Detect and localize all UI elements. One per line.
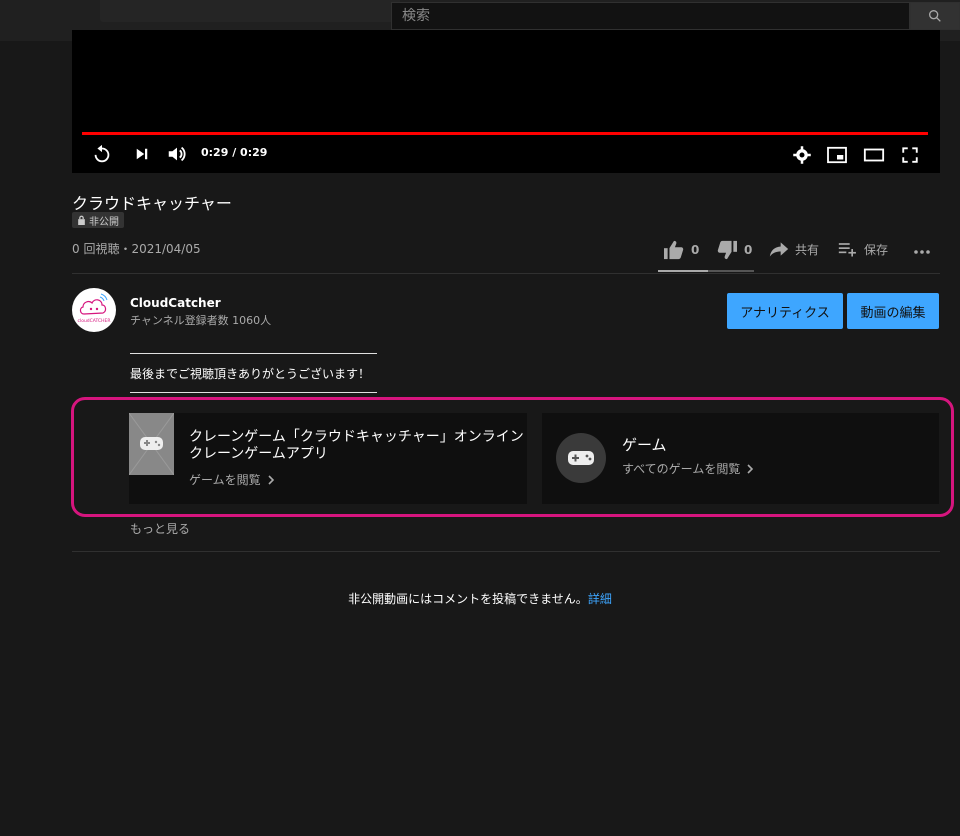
video-player[interactable]: 0:29 / 0:29	[72, 30, 940, 173]
settings-button[interactable]	[790, 143, 814, 167]
gear-icon	[793, 146, 811, 164]
thumbs-up-icon	[664, 240, 684, 260]
svg-text:cloudCATCHER: cloudCATCHER	[77, 318, 110, 324]
video-title: クラウドキャッチャー	[72, 194, 232, 213]
description-text: 最後までご視聴頂きありがとうございます！	[130, 367, 371, 381]
divider	[72, 273, 940, 274]
browse-all-games-link[interactable]: すべてのゲームを閲覧	[622, 460, 754, 477]
search-box[interactable]	[391, 2, 910, 30]
category-card[interactable]: ゲーム すべてのゲームを閲覧	[542, 413, 939, 504]
like-ratio-bar	[658, 270, 754, 272]
game-thumbnail	[129, 413, 174, 475]
view-count-date: 0 回視聴・2021/04/05	[72, 242, 201, 256]
playlist-add-icon	[838, 243, 856, 257]
like-count: 0	[691, 243, 700, 257]
divider	[72, 551, 940, 552]
browse-game-link[interactable]: ゲームを閲覧	[189, 471, 275, 488]
volume-icon	[168, 146, 186, 162]
lock-icon	[78, 215, 85, 225]
gamepad-icon	[568, 451, 594, 465]
next-button[interactable]	[130, 142, 154, 166]
dislike-count: 0	[744, 243, 753, 257]
gamepad-icon	[129, 413, 174, 475]
more-actions-button[interactable]	[913, 240, 931, 260]
description-rule-top	[130, 353, 377, 354]
fullscreen-icon	[902, 147, 918, 163]
replay-icon	[94, 144, 110, 163]
replay-button[interactable]	[90, 142, 114, 166]
miniplayer-button[interactable]	[825, 143, 849, 167]
subscriber-count: チャンネル登録者数 1060人	[130, 314, 272, 327]
privacy-label: 非公開	[89, 216, 119, 228]
dislike-button[interactable]: 0	[716, 240, 752, 260]
fullscreen-button[interactable]	[898, 143, 922, 167]
game-card[interactable]: クレーンゲーム「クラウドキャッチャー」オンラインクレーンゲームアプリ ゲームを閲…	[129, 413, 527, 504]
chevron-right-icon	[268, 474, 274, 485]
volume-button[interactable]	[164, 142, 190, 166]
show-more-button[interactable]: もっと見る	[130, 520, 190, 537]
comments-disabled-note: 非公開動画にはコメントを投稿できません。詳細	[0, 590, 960, 607]
browse-game-label: ゲームを閲覧	[189, 473, 261, 487]
next-icon	[136, 148, 148, 160]
theater-icon	[863, 148, 885, 162]
description-rule-bottom	[130, 392, 377, 393]
edit-video-button[interactable]: 動画の編集	[847, 293, 939, 329]
comments-disabled-text: 非公開動画にはコメントを投稿できません。	[348, 592, 588, 606]
analytics-button[interactable]: アナリティクス	[727, 293, 843, 329]
thumbs-down-icon	[717, 240, 737, 260]
share-label: 共有	[795, 242, 820, 257]
like-button[interactable]: 0	[663, 240, 699, 260]
more-horiz-icon	[914, 250, 930, 254]
browse-all-games-label: すべてのゲームを閲覧	[622, 462, 741, 476]
details-link[interactable]: 詳細	[588, 592, 612, 606]
share-button[interactable]: 共有	[769, 240, 819, 258]
progress-bar[interactable]	[82, 132, 928, 135]
time-display: 0:29 / 0:29	[201, 146, 268, 159]
game-card-title: クレーンゲーム「クラウドキャッチャー」オンラインクレーンゲームアプリ	[189, 429, 524, 462]
save-label: 保存	[864, 242, 889, 257]
search-icon	[929, 10, 941, 22]
search-input[interactable]	[392, 3, 909, 29]
chevron-right-icon	[747, 463, 754, 474]
privacy-badge: 非公開	[72, 212, 124, 228]
category-title: ゲーム	[622, 436, 667, 454]
miniplayer-icon	[827, 146, 847, 164]
game-category-avatar	[556, 433, 606, 483]
search-button[interactable]	[910, 2, 960, 30]
share-icon	[769, 242, 789, 257]
channel-avatar[interactable]: cloudCATCHER	[72, 288, 116, 332]
theater-mode-button[interactable]	[862, 143, 886, 167]
channel-name[interactable]: CloudCatcher	[130, 296, 221, 310]
blurred-header-text	[100, 0, 400, 22]
cloud-logo-icon: cloudCATCHER	[77, 293, 111, 324]
save-button[interactable]: 保存	[838, 240, 888, 258]
